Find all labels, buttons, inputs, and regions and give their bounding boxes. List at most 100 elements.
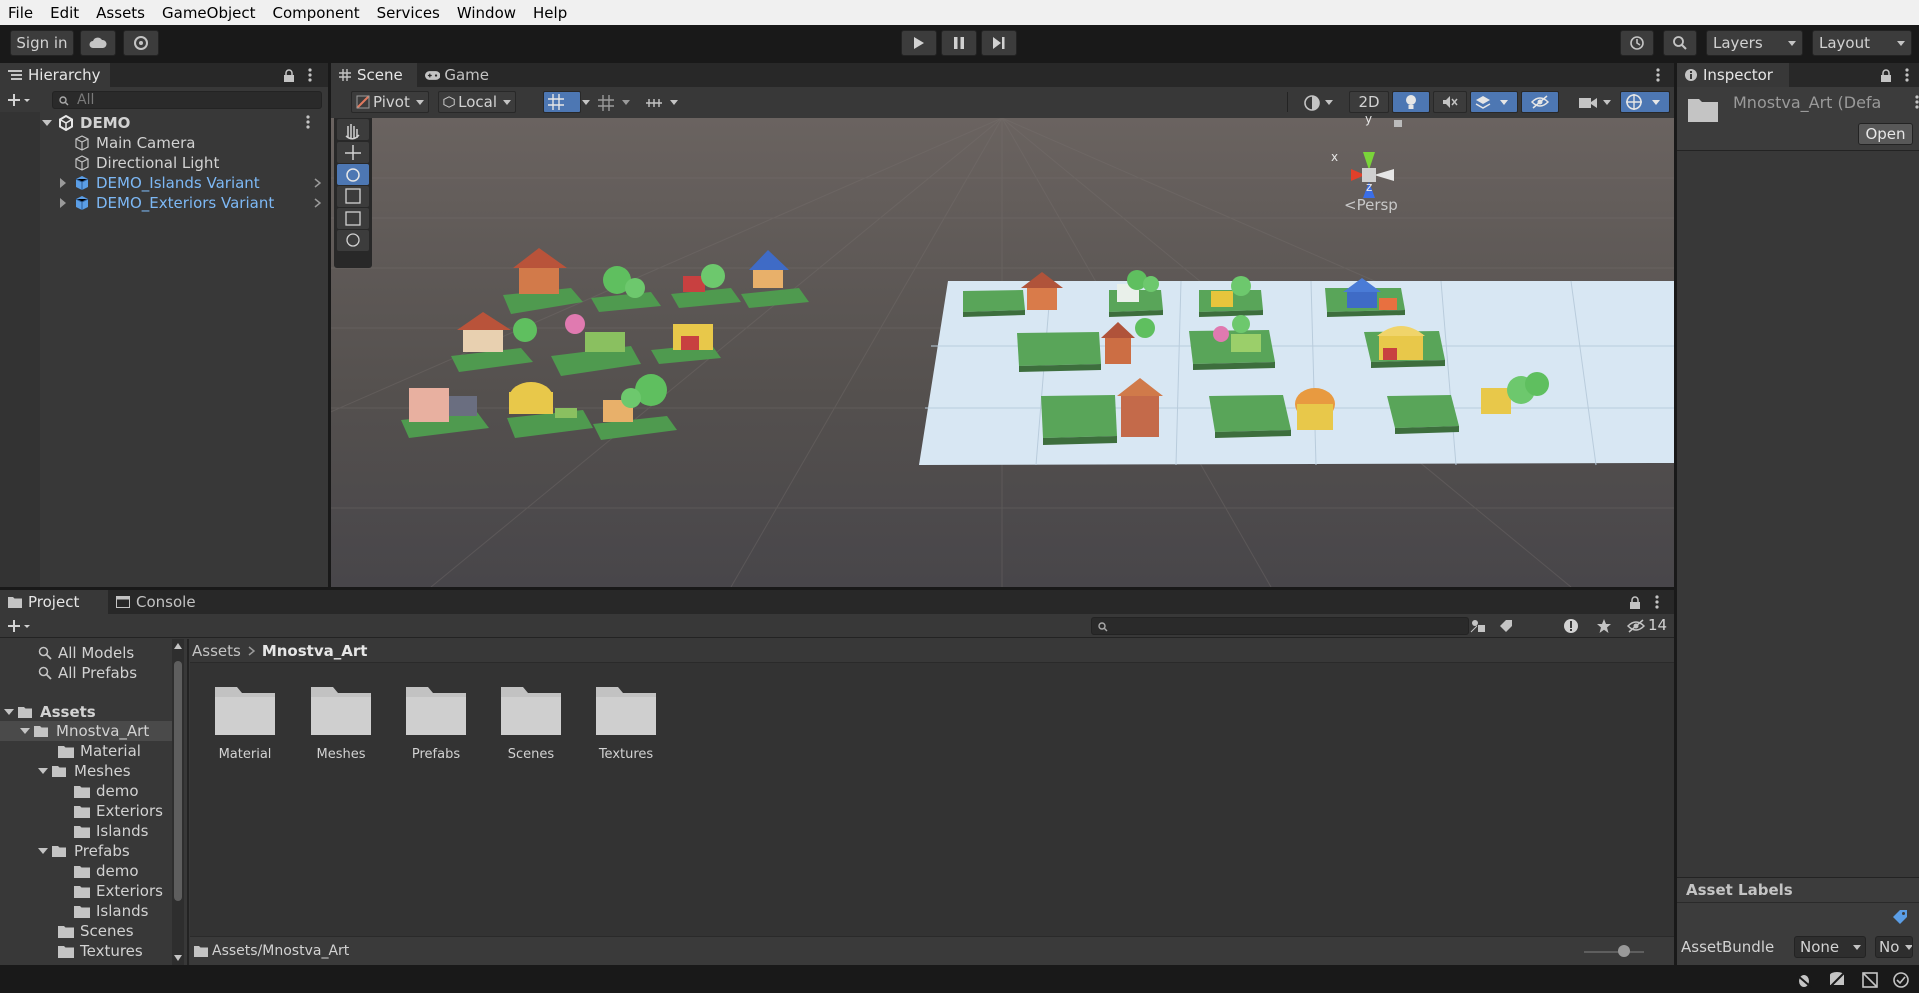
collab-button[interactable] <box>123 30 159 56</box>
warning-filter-icon[interactable] <box>1563 618 1579 634</box>
increment-snap-icon[interactable] <box>646 95 662 111</box>
tree-item-material[interactable]: Material <box>58 741 141 761</box>
menu-assets[interactable]: Assets <box>96 4 145 22</box>
folder-meshes[interactable]: Meshes <box>293 683 389 762</box>
pause-button[interactable] <box>941 30 977 56</box>
hierarchy-item-directional-light[interactable]: Directional Light <box>74 153 219 173</box>
scene-viewport[interactable]: x y z <Persp <box>331 112 1674 587</box>
tab-hierarchy[interactable]: Hierarchy <box>0 63 110 87</box>
gizmo-persp-label[interactable]: <Persp <box>1344 196 1398 214</box>
scene-root-row[interactable]: DEMO <box>42 113 130 133</box>
chevron-down-icon[interactable] <box>1324 99 1334 106</box>
lock-icon[interactable] <box>1629 596 1641 609</box>
lock-icon[interactable] <box>1880 69 1892 82</box>
favorites-star-icon[interactable] <box>1596 618 1612 634</box>
shading-mode-icon[interactable] <box>1303 94 1321 112</box>
tree-item-mnostva-art[interactable]: Mnostva_Art <box>20 721 149 741</box>
scene-more-icon[interactable] <box>306 115 310 129</box>
expand-arrow-icon[interactable] <box>58 198 68 208</box>
menu-edit[interactable]: Edit <box>50 4 79 22</box>
menu-component[interactable]: Component <box>273 4 360 22</box>
rect-tool[interactable] <box>337 208 369 229</box>
chevron-down-icon[interactable] <box>1602 99 1612 106</box>
scene-render[interactable] <box>331 118 1674 587</box>
tree-item-meshes-islands[interactable]: Islands <box>74 821 148 841</box>
folder-textures[interactable]: Textures <box>578 683 674 762</box>
open-button[interactable]: Open <box>1858 123 1913 145</box>
tree-scroll-thumb[interactable] <box>174 661 182 901</box>
more-options-icon[interactable] <box>1655 595 1659 609</box>
chevron-right-icon[interactable] <box>314 178 321 188</box>
search-by-type-icon[interactable] <box>1470 619 1486 633</box>
grid-snap-toggle[interactable] <box>543 91 581 113</box>
expand-arrow-icon[interactable] <box>20 726 30 736</box>
add-icon[interactable] <box>8 93 32 107</box>
tree-item-meshes-exteriors[interactable]: Exteriors <box>74 801 163 821</box>
menu-services[interactable]: Services <box>377 4 440 22</box>
tree-item-prefabs-exteriors[interactable]: Exteriors <box>74 881 163 901</box>
breadcrumb-assets[interactable]: Assets <box>192 642 241 660</box>
menu-file[interactable]: File <box>8 4 33 22</box>
more-options-icon[interactable] <box>308 68 312 82</box>
tree-scrollbar[interactable] <box>172 639 184 965</box>
transform-tool[interactable] <box>337 230 369 251</box>
menu-help[interactable]: Help <box>533 4 567 22</box>
tree-item-prefabs[interactable]: Prefabs <box>38 841 130 861</box>
icon-size-slider-track[interactable] <box>1584 951 1644 953</box>
more-options-icon[interactable] <box>1905 68 1909 82</box>
play-button[interactable] <box>901 30 937 56</box>
tree-item-prefabs-islands[interactable]: Islands <box>74 901 148 921</box>
expand-arrow-icon[interactable] <box>42 118 52 128</box>
tree-item-meshes[interactable]: Meshes <box>38 761 131 781</box>
gizmos-toggle[interactable] <box>1620 91 1670 113</box>
cache-server-icon[interactable] <box>1828 971 1846 989</box>
breadcrumb-current[interactable]: Mnostva_Art <box>262 642 368 660</box>
expand-arrow-icon[interactable] <box>38 766 48 776</box>
tab-console[interactable]: Console <box>108 590 204 614</box>
expand-arrow-icon[interactable] <box>58 178 68 188</box>
layout-dropdown[interactable]: Layout <box>1812 30 1912 56</box>
favorite-all-prefabs[interactable]: All Prefabs <box>38 663 137 683</box>
tree-item-meshes-demo[interactable]: demo <box>74 781 139 801</box>
tree-item-assets[interactable]: Assets <box>4 702 96 722</box>
more-options-icon[interactable] <box>1656 68 1660 82</box>
tab-project[interactable]: Project <box>0 590 108 614</box>
network-icon[interactable] <box>1861 971 1879 989</box>
audio-toggle[interactable] <box>1433 91 1467 113</box>
label-tag-icon[interactable] <box>1892 909 1908 925</box>
icon-size-slider-thumb[interactable] <box>1618 945 1630 957</box>
search-button[interactable] <box>1663 30 1697 56</box>
tab-inspector[interactable]: Inspector <box>1677 63 1789 87</box>
tab-game[interactable]: Game <box>417 63 497 87</box>
add-icon[interactable] <box>8 619 32 633</box>
tree-item-prefabs-demo[interactable]: demo <box>74 861 139 881</box>
hierarchy-item-main-camera[interactable]: Main Camera <box>74 133 195 153</box>
cloud-button[interactable] <box>80 30 116 56</box>
asset-bundle-dropdown[interactable]: None <box>1794 936 1866 958</box>
layers-dropdown[interactable]: Layers <box>1706 30 1803 56</box>
scroll-up-icon[interactable] <box>174 643 182 649</box>
hand-tool[interactable] <box>337 119 369 140</box>
menu-window[interactable]: Window <box>457 4 516 22</box>
rotate-tool[interactable] <box>337 164 369 185</box>
hidden-objects-toggle[interactable] <box>1521 91 1559 113</box>
chevron-right-icon[interactable] <box>314 198 321 208</box>
lighting-toggle[interactable] <box>1392 91 1430 113</box>
local-dropdown[interactable]: Local <box>438 91 516 113</box>
hierarchy-item-islands-variant[interactable]: DEMO_Islands Variant <box>58 173 260 193</box>
chevron-down-icon[interactable] <box>621 99 631 106</box>
folder-prefabs[interactable]: Prefabs <box>388 683 484 762</box>
asset-variant-dropdown[interactable]: No <box>1875 936 1913 958</box>
project-search-input[interactable] <box>1091 617 1469 635</box>
hierarchy-item-exteriors-variant[interactable]: DEMO_Exteriors Variant <box>58 193 274 213</box>
step-button[interactable] <box>981 30 1017 56</box>
more-options-icon[interactable] <box>1915 95 1919 109</box>
tab-scene[interactable]: Scene <box>331 63 417 87</box>
expand-arrow-icon[interactable] <box>4 707 14 717</box>
search-by-label-icon[interactable] <box>1499 619 1513 633</box>
bug-icon[interactable] <box>1795 971 1813 989</box>
tree-item-scenes[interactable]: Scenes <box>58 921 134 941</box>
progress-check-icon[interactable] <box>1892 971 1910 989</box>
effects-toggle[interactable] <box>1470 91 1518 113</box>
expand-arrow-icon[interactable] <box>38 846 48 856</box>
